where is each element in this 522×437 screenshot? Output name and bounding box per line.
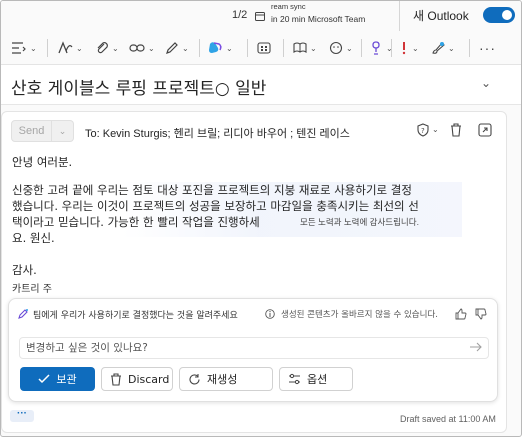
ai-disclaimer: 생성된 콘텐츠가 올바르지 않을 수 있습니다.	[281, 310, 438, 320]
body-line: 요. 원신.	[12, 231, 55, 245]
divider	[247, 39, 248, 57]
text-style-icon	[58, 41, 73, 54]
chevron-down-icon: ⌄	[148, 43, 155, 53]
greeting-text: 안녕 여러분.	[12, 155, 73, 169]
thumbs-up-icon[interactable]	[455, 308, 467, 323]
options-label: 옵션	[307, 373, 328, 386]
exclamation-icon	[402, 42, 406, 55]
keep-button[interactable]: 보관	[20, 367, 95, 391]
subject-input[interactable]: 산호 게이블스 루핑 프로젝트○ 일반	[11, 74, 266, 99]
text-style-button[interactable]: ⌄	[57, 39, 83, 57]
link-button[interactable]: ⌄	[129, 39, 155, 57]
more-icon: ···	[479, 40, 496, 56]
checkmark-icon	[38, 374, 50, 384]
divider	[469, 39, 470, 57]
chevron-down-icon: ⌄	[310, 43, 317, 53]
format-button[interactable]: ⌄	[11, 39, 37, 57]
regenerate-button[interactable]: 재생성	[179, 367, 273, 391]
subject-row: 산호 게이블스 루핑 프로젝트○ 일반 ⌄	[1, 65, 521, 105]
paint-icon	[432, 42, 445, 54]
chevron-down-icon: ⌄	[182, 43, 189, 53]
chevron-down-icon: ⌄	[448, 43, 455, 53]
svg-text:?: ?	[421, 127, 425, 135]
sensitivity-button[interactable]: ⌄	[431, 39, 455, 57]
copilot-icon	[209, 42, 222, 53]
divider	[361, 39, 362, 57]
divider	[199, 39, 200, 57]
trash-icon[interactable]	[450, 123, 462, 140]
meeting-reminder-subtitle[interactable]: in 20 min Microsoft Teams Mee...	[271, 14, 365, 24]
chevron-down-icon[interactable]: ⌄	[432, 125, 439, 134]
trash-icon	[111, 372, 121, 386]
copilot-refine-input[interactable]: 변경하고 싶은 것이 있나요?	[19, 337, 489, 359]
body-paragraph: 신중한 고려 끝에 우리는 점토 대상 포진을 프로젝트의 지붕 재료로 사용하…	[12, 182, 472, 246]
chevron-down-icon: ⌄	[76, 43, 83, 53]
copilot-panel: 팀에게 우리가 사용하기로 결정했다는 것을 알려주세요 생성된 콘텐츠가 올바…	[8, 298, 498, 402]
apps-grid-icon	[257, 42, 271, 54]
chevron-down-icon: ⌄	[346, 43, 353, 53]
chevron-down-icon: ⌄	[112, 43, 119, 53]
emoji-button[interactable]: ⌄	[329, 39, 353, 57]
compose-card: Send ⌄ To: Kevin Sturgis; 헨리 브릴; 리디아 바우어…	[1, 111, 507, 433]
draft-status: Draft saved at 11:00 AM	[400, 414, 496, 424]
microphone-icon	[372, 41, 380, 55]
send-options-dropdown[interactable]: ⌄	[52, 120, 74, 142]
drafts-button[interactable]: ⌄	[369, 39, 393, 57]
link-icon	[129, 44, 145, 52]
info-icon[interactable]	[265, 308, 275, 322]
calendar-icon	[255, 10, 265, 21]
thumbs-down-icon[interactable]	[475, 308, 487, 323]
closing-text: 감사.	[12, 263, 37, 277]
attach-button[interactable]: ⌄	[95, 39, 119, 57]
show-more-button[interactable]: ···	[10, 409, 34, 422]
chevron-down-icon: ⌄	[412, 43, 419, 53]
signature-text: 카트리 주	[12, 284, 52, 295]
discard-label: Discard	[128, 372, 170, 386]
paperclip-icon	[97, 42, 108, 54]
pop-out-icon[interactable]	[478, 123, 492, 140]
to-recipients[interactable]: To: Kevin Sturgis; 헨리 브릴; 리디아 바우어 ; 텐진 레…	[85, 125, 350, 141]
importance-button[interactable]: ⌄	[399, 39, 419, 57]
chevron-down-icon: ⌄	[30, 43, 37, 53]
meeting-reminder-title[interactable]: ream sync	[271, 3, 306, 11]
keep-label: 보관	[56, 373, 77, 386]
send-arrow-icon[interactable]	[469, 341, 483, 356]
options-button[interactable]: 옵션	[279, 367, 353, 391]
sliders-icon	[289, 373, 300, 385]
divider	[47, 39, 48, 57]
text-format-icon	[12, 42, 26, 54]
apps-button[interactable]	[257, 39, 271, 57]
page-counter: 1/2	[232, 9, 248, 21]
signature-button[interactable]: ⌄	[165, 39, 189, 57]
chevron-down-icon: ⌄	[226, 43, 233, 53]
divider	[391, 39, 392, 57]
emoji-icon	[329, 41, 343, 55]
book-icon	[293, 42, 307, 54]
sensitivity-icon[interactable]: ?	[416, 123, 430, 140]
compose-window: 1/2 ream sync in 20 min Microsoft Teams …	[0, 0, 522, 437]
title-bar: 1/2 ream sync in 20 min Microsoft Teams …	[1, 1, 521, 31]
divider	[283, 39, 284, 57]
regenerate-label: 재생성	[207, 373, 238, 386]
send-button[interactable]: Send	[11, 120, 52, 142]
new-outlook-label: 새 Outlook	[413, 9, 469, 23]
divider	[399, 1, 400, 31]
discard-button[interactable]: Discard	[101, 367, 173, 391]
pen-icon	[166, 42, 178, 54]
body-line: 했습니다. 우리는 이것이 프로젝트의 성공을 보장하고 마감일을 충족시키는 …	[12, 199, 419, 213]
copilot-prompt-summary: 팀에게 우리가 사용하기로 결정했다는 것을 알려주세요	[33, 311, 238, 321]
new-outlook-toggle[interactable]	[483, 7, 515, 23]
copilot-button[interactable]: ⌄	[207, 39, 233, 57]
copilot-pen-icon	[17, 308, 29, 323]
chevron-down-icon[interactable]: ⌄	[481, 76, 491, 90]
immersive-reader-button[interactable]: ⌄	[293, 39, 317, 57]
generated-hint-text: 모든 노력과 노력에 감사드립니다.	[300, 217, 419, 227]
body-line: 신중한 고려 끝에 우리는 점토 대상 포진을 프로젝트의 지붕 재료로 사용하…	[12, 183, 412, 197]
more-options-button[interactable]: ···	[479, 39, 496, 57]
ribbon-toolbar: ⌄ ⌄ ⌄ ⌄ ⌄ ⌄ ⌄ ⌄ ⌄ ⌄ ⌄ ···	[1, 31, 521, 65]
refresh-icon	[189, 373, 200, 385]
